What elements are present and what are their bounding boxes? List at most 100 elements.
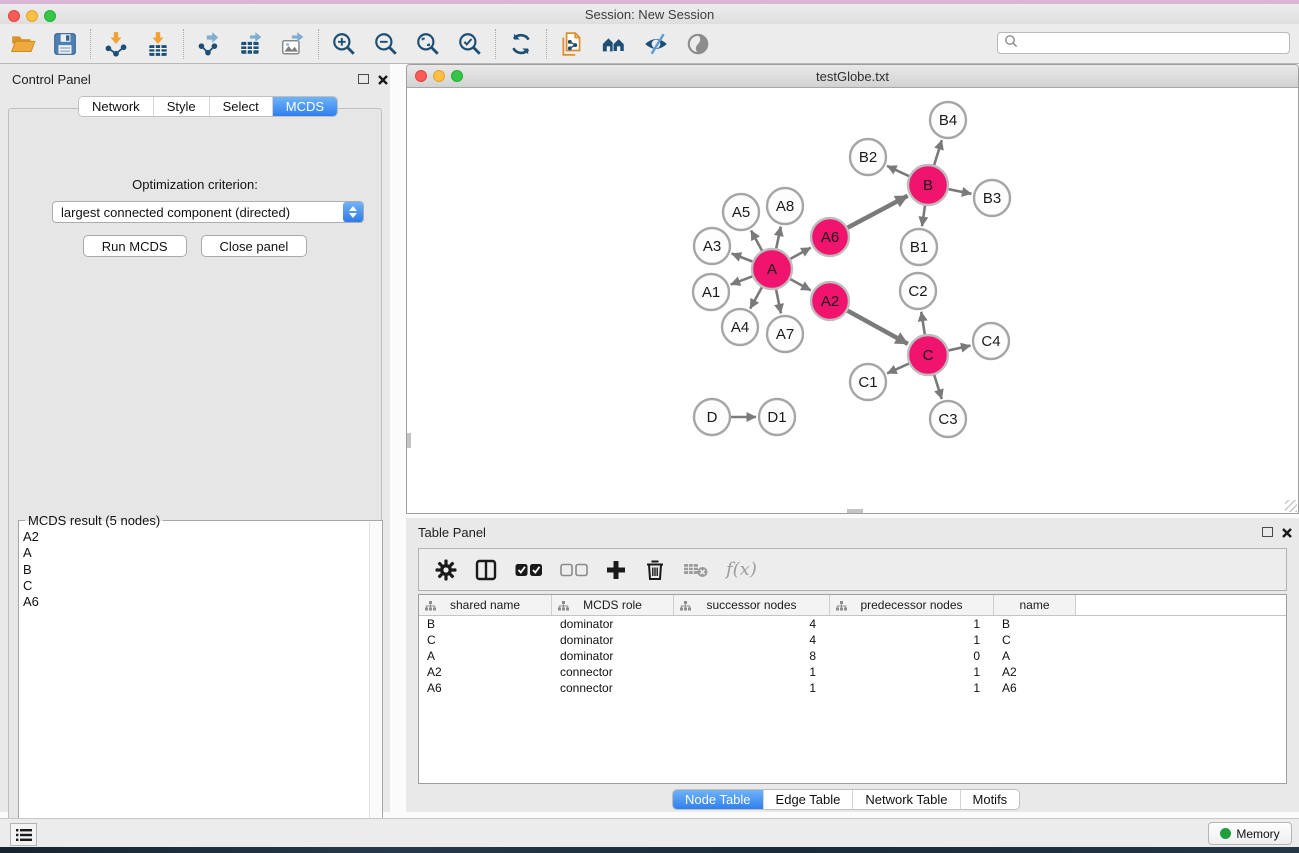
show-details-icon[interactable] <box>685 31 711 57</box>
cell-name[interactable]: B <box>994 617 1076 631</box>
search-field[interactable] <box>997 32 1290 54</box>
tab-mcds[interactable]: MCDS <box>273 97 337 116</box>
window-resize-grip[interactable] <box>1285 500 1297 512</box>
vertical-scroll-nub[interactable] <box>407 433 411 448</box>
node-A7[interactable]: A7 <box>767 316 803 352</box>
cell-predecessor-nodes[interactable]: 1 <box>830 633 994 647</box>
node-C4[interactable]: C4 <box>973 323 1009 359</box>
cell-predecessor-nodes[interactable]: 1 <box>830 681 994 695</box>
result-item[interactable]: A6 <box>23 594 366 610</box>
tab-network[interactable]: Network <box>79 97 154 116</box>
zoom-out-icon[interactable] <box>373 31 399 57</box>
result-item[interactable]: A <box>23 545 366 561</box>
select-all-checkboxes-icon[interactable] <box>515 556 543 584</box>
cell-shared-name[interactable]: A6 <box>419 681 552 695</box>
float-panel-icon[interactable] <box>358 74 369 84</box>
tab-style[interactable]: Style <box>154 97 210 116</box>
node-A3[interactable]: A3 <box>694 228 730 264</box>
column-header-MCDS-role[interactable]: MCDS role <box>552 595 674 615</box>
node-A[interactable]: A <box>752 249 792 289</box>
node-D1[interactable]: D1 <box>759 399 795 435</box>
import-network-icon[interactable] <box>103 31 129 57</box>
open-file-icon[interactable] <box>10 31 36 57</box>
node-A8[interactable]: A8 <box>767 188 803 224</box>
memory-button[interactable]: Memory <box>1208 822 1292 845</box>
tab-edge-table[interactable]: Edge Table <box>764 790 854 809</box>
cell-name[interactable]: A2 <box>994 665 1076 679</box>
close-table-panel-icon[interactable] <box>1281 526 1293 538</box>
column-header-predecessor-nodes[interactable]: predecessor nodes <box>830 595 994 615</box>
tab-network-table[interactable]: Network Table <box>853 790 960 809</box>
zoom-selected-icon[interactable] <box>457 31 483 57</box>
cell-shared-name[interactable]: B <box>419 617 552 631</box>
function-builder-icon[interactable]: f(x) <box>726 559 757 580</box>
network-window-titlebar[interactable]: testGlobe.txt <box>407 65 1298 88</box>
cell-successor-nodes[interactable]: 8 <box>674 649 830 663</box>
table-row[interactable]: Adominator80A <box>419 648 1286 664</box>
result-item[interactable]: C <box>23 578 366 594</box>
zoom-in-icon[interactable] <box>331 31 357 57</box>
node-A1[interactable]: A1 <box>693 274 729 310</box>
node-C3[interactable]: C3 <box>930 401 966 437</box>
node-C[interactable]: C <box>908 335 948 375</box>
hide-details-icon[interactable] <box>643 31 669 57</box>
node-B1[interactable]: B1 <box>901 229 937 265</box>
import-table-icon[interactable] <box>145 31 171 57</box>
table-row[interactable]: Cdominator41C <box>419 632 1286 648</box>
cell-shared-name[interactable]: A2 <box>419 665 552 679</box>
node-A4[interactable]: A4 <box>722 309 758 345</box>
refresh-layout-icon[interactable] <box>508 31 534 57</box>
cell-name[interactable]: A <box>994 649 1076 663</box>
cell-MCDS-role[interactable]: dominator <box>552 617 674 631</box>
cell-shared-name[interactable]: C <box>419 633 552 647</box>
cell-MCDS-role[interactable]: connector <box>552 681 674 695</box>
zoom-fit-icon[interactable] <box>415 31 441 57</box>
save-session-icon[interactable] <box>52 31 78 57</box>
table-row[interactable]: A6connector11A6 <box>419 680 1286 696</box>
cell-predecessor-nodes[interactable]: 1 <box>830 617 994 631</box>
node-C2[interactable]: C2 <box>900 273 936 309</box>
node-B4[interactable]: B4 <box>930 102 966 138</box>
node-B3[interactable]: B3 <box>974 180 1010 216</box>
criterion-dropdown[interactable]: largest connected component (directed) <box>52 201 364 223</box>
column-header-name[interactable]: name <box>994 595 1076 615</box>
export-image-icon[interactable] <box>280 31 306 57</box>
node-A6[interactable]: A6 <box>811 218 849 256</box>
close-panel-button[interactable]: Close panel <box>201 235 308 257</box>
result-list-scrollbar[interactable] <box>369 522 381 853</box>
table-row[interactable]: A2connector11A2 <box>419 664 1286 680</box>
cell-successor-nodes[interactable]: 1 <box>674 681 830 695</box>
column-header-shared-name[interactable]: shared name <box>419 595 552 615</box>
mcds-result-list[interactable]: A2ABCA6 <box>23 529 366 850</box>
table-row[interactable]: Bdominator41B <box>419 616 1286 632</box>
node-table[interactable]: shared nameMCDS rolesuccessor nodesprede… <box>418 594 1287 784</box>
cell-predecessor-nodes[interactable]: 1 <box>830 665 994 679</box>
node-C1[interactable]: C1 <box>850 364 886 400</box>
horizontal-scroll-nub[interactable] <box>847 509 863 513</box>
clone-network-icon[interactable] <box>559 31 585 57</box>
deselect-checkboxes-icon[interactable] <box>560 556 588 584</box>
node-B[interactable]: B <box>908 165 948 205</box>
result-item[interactable]: B <box>23 562 366 578</box>
cell-MCDS-role[interactable]: connector <box>552 665 674 679</box>
add-column-icon[interactable] <box>605 556 627 584</box>
split-columns-icon[interactable] <box>474 556 498 584</box>
node-A2[interactable]: A2 <box>811 282 849 320</box>
tab-node-table[interactable]: Node Table <box>673 790 764 809</box>
clear-table-icon[interactable] <box>683 556 709 584</box>
session-titlebar[interactable]: Session: New Session <box>0 4 1299 24</box>
cell-name[interactable]: A6 <box>994 681 1076 695</box>
cell-MCDS-role[interactable]: dominator <box>552 649 674 663</box>
search-input[interactable] <box>1022 34 1289 52</box>
float-table-panel-icon[interactable] <box>1262 527 1273 537</box>
close-panel-icon[interactable] <box>377 73 389 85</box>
cell-MCDS-role[interactable]: dominator <box>552 633 674 647</box>
node-D[interactable]: D <box>694 399 730 435</box>
node-A5[interactable]: A5 <box>723 194 759 230</box>
export-network-icon[interactable] <box>196 31 222 57</box>
cell-successor-nodes[interactable]: 4 <box>674 633 830 647</box>
cell-successor-nodes[interactable]: 4 <box>674 617 830 631</box>
node-B2[interactable]: B2 <box>850 139 886 175</box>
result-item[interactable]: A2 <box>23 529 366 545</box>
tab-select[interactable]: Select <box>210 97 273 116</box>
